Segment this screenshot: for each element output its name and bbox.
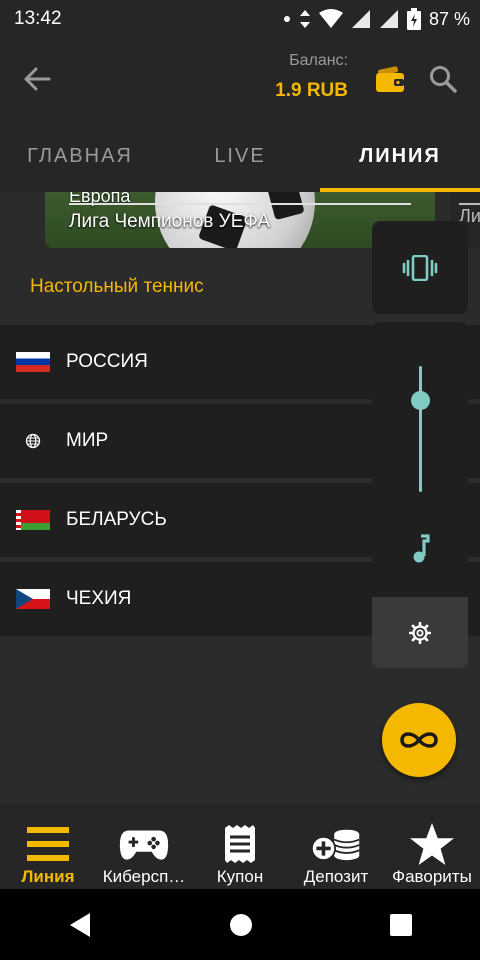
nav-label: Киберсп… (102, 867, 186, 886)
volume-slider-track[interactable] (419, 366, 422, 492)
signal-icon (379, 10, 398, 28)
data-arrows-icon (299, 10, 310, 28)
app-bar: Баланс: 1.9 RUB (0, 38, 480, 120)
coupon-icon (215, 825, 265, 863)
nav-esports[interactable]: Киберсп… (96, 803, 192, 889)
volume-settings-button[interactable] (372, 597, 468, 668)
nav-label: Купон (216, 867, 264, 886)
back-arrow-icon[interactable] (22, 64, 52, 94)
battery-icon (406, 8, 421, 30)
nav-label: Депозит (303, 867, 369, 886)
infinity-fab-button[interactable] (382, 703, 456, 777)
star-icon (407, 822, 457, 866)
wallet-icon[interactable] (376, 66, 404, 92)
status-time: 13:42 (14, 8, 62, 29)
coins-plus-icon (311, 825, 361, 863)
balance-label: Баланс: (289, 52, 348, 69)
section-title: Настольный теннис (30, 276, 204, 297)
signal-icon (351, 10, 370, 28)
list-item-label: ЧЕХИЯ (66, 588, 132, 609)
list-item-label: БЕЛАРУСЬ (66, 509, 167, 530)
status-bar: 13:42 87 % (0, 0, 480, 38)
ringer-mode-button[interactable] (372, 221, 468, 314)
infinity-icon (400, 732, 438, 748)
belarus-flag-icon (16, 510, 50, 530)
globe-icon (16, 431, 50, 451)
home-circle-icon[interactable] (229, 913, 253, 937)
music-note-icon (413, 534, 430, 563)
top-tabs: ГЛАВНАЯ LIVE ЛИНИЯ (0, 120, 480, 192)
nav-line[interactable]: Линия (0, 803, 96, 889)
volume-panel (372, 322, 468, 668)
nav-coupon[interactable]: Купон (192, 803, 288, 889)
nav-deposit[interactable]: Депозит (288, 803, 384, 889)
balance-value: 1.9 RUB (275, 80, 348, 101)
russia-flag-icon (16, 352, 50, 372)
tab-line[interactable]: ЛИНИЯ (320, 120, 480, 192)
bottom-navigation: Линия Киберсп… Купон Депозит Фавориты (0, 803, 480, 889)
menu-lines-icon (23, 825, 73, 863)
banner-title: Лига Чемпионов УЕФА (69, 211, 271, 232)
wifi-icon (318, 9, 343, 28)
gamepad-icon (119, 825, 169, 863)
tab-live[interactable]: LIVE (160, 120, 320, 192)
battery-percent: 87 % (428, 8, 470, 29)
back-triangle-icon[interactable] (68, 912, 92, 938)
tab-main[interactable]: ГЛАВНАЯ (0, 120, 160, 192)
gear-icon (409, 621, 431, 644)
recents-square-icon[interactable] (389, 913, 412, 936)
banner-divider (69, 203, 411, 205)
system-navigation-bar (0, 889, 480, 960)
czech-flag-icon (16, 589, 50, 609)
nav-label: Фавориты (392, 867, 472, 886)
search-icon[interactable] (428, 64, 458, 94)
vibrate-icon (402, 254, 438, 281)
dot-icon (283, 16, 290, 22)
volume-slider-thumb[interactable] (411, 390, 430, 410)
nav-label: Линия (21, 867, 75, 886)
nav-favorites[interactable]: Фавориты (384, 803, 480, 889)
list-item-label: МИР (66, 430, 109, 451)
list-item-label: РОССИЯ (66, 351, 148, 372)
